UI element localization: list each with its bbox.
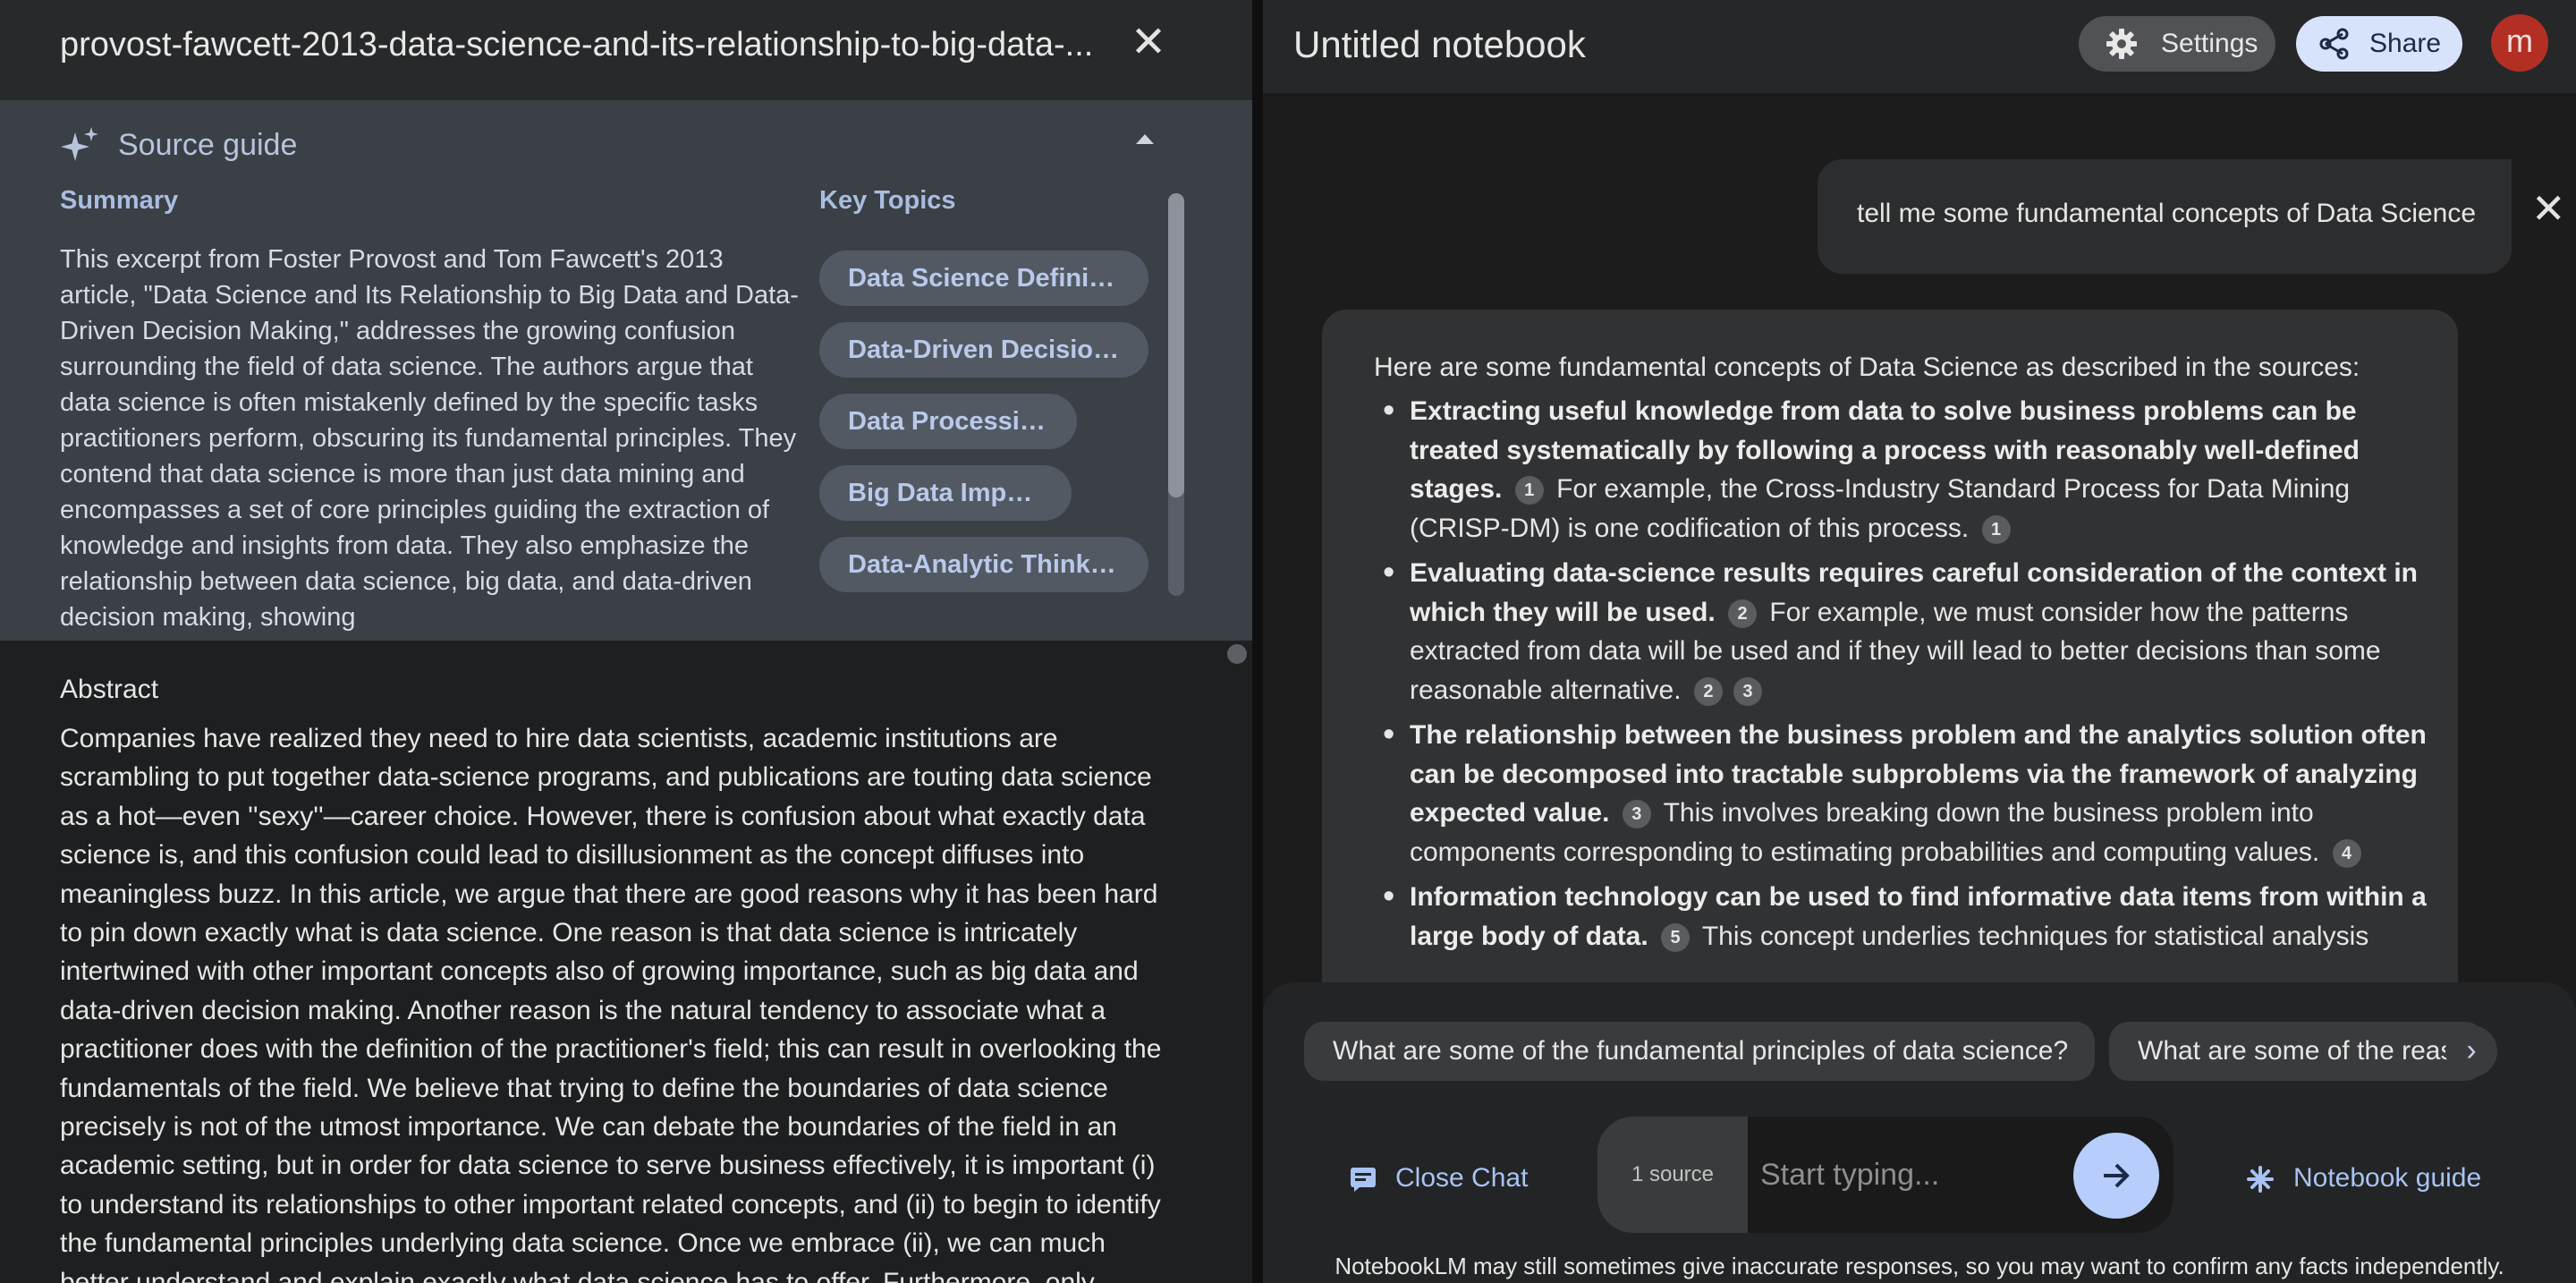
- disclaimer-text: NotebookLM may still sometimes give inac…: [1335, 1253, 2504, 1279]
- collapse-caret-icon[interactable]: [1136, 134, 1154, 144]
- share-icon: [2319, 28, 2349, 60]
- citation-badge[interactable]: 1: [1514, 476, 1544, 505]
- key-topic-chip[interactable]: Data-Driven Decisio…: [819, 322, 1148, 378]
- key-topic-chip[interactable]: Big Data Impact: [819, 465, 1072, 521]
- source-guide-label: Source guide: [118, 128, 298, 162]
- abstract-label: Abstract: [60, 675, 159, 704]
- list-item: • Information technology can be used to …: [1383, 878, 2427, 952]
- bullet-text: For example, the Cross-Industry Standard…: [1410, 474, 2351, 543]
- notebook-title[interactable]: Untitled notebook: [1293, 21, 1586, 68]
- list-item: • Extracting useful knowledge from data …: [1383, 392, 2360, 544]
- asterisk-icon: [2247, 1166, 2274, 1193]
- citation-badge[interactable]: 5: [1661, 922, 1690, 952]
- source-count[interactable]: 1 source: [1597, 1117, 1748, 1233]
- notebook-header: Untitled notebook Settings Share m: [1263, 0, 2576, 93]
- suggested-question[interactable]: What are some of the fundamental princip…: [1304, 1022, 2095, 1081]
- citation-badge[interactable]: 3: [1733, 676, 1762, 706]
- chat-icon: [1351, 1168, 1376, 1192]
- summary-label: Summary: [60, 186, 179, 215]
- close-icon[interactable]: ✕: [2531, 188, 2566, 229]
- notebook-panel: Untitled notebook Settings Share m tell …: [1263, 0, 2576, 1283]
- gear-icon: [2106, 29, 2137, 59]
- chevron-right-icon[interactable]: ›: [2445, 1025, 2497, 1077]
- citation-badge[interactable]: 2: [1693, 676, 1723, 706]
- arrow-right-icon: [2104, 1163, 2130, 1188]
- bullet-text: This concept underlies techniques for st…: [1701, 921, 2369, 951]
- chat-input[interactable]: [1760, 1143, 2064, 1206]
- source-guide: Source guide Summary This excerpt from F…: [0, 100, 1252, 641]
- sparkle-icon: [61, 127, 98, 161]
- suggested-question[interactable]: What are some of the reasons why it has …: [2109, 1022, 2485, 1081]
- avatar[interactable]: m: [2491, 14, 2548, 72]
- chat-input-box: 1 source: [1597, 1117, 2174, 1233]
- citation-badge[interactable]: 2: [1728, 599, 1758, 628]
- key-topic-chip[interactable]: Data Science Definit…: [819, 251, 1148, 306]
- key-topics-scrollbar[interactable]: [1168, 193, 1184, 596]
- key-topic-chip[interactable]: Data Processing: [819, 394, 1077, 449]
- resize-handle[interactable]: [1227, 644, 1247, 664]
- response-list: • Extracting useful knowledge from data …: [1374, 392, 2429, 962]
- chat-composer: What are some of the fundamental princip…: [1263, 982, 2576, 1283]
- scrollbar-thumb[interactable]: [1168, 193, 1184, 497]
- notebook-guide-button[interactable]: Notebook guide: [2247, 1154, 2481, 1202]
- summary-text: This excerpt from Foster Provost and Tom…: [60, 245, 799, 632]
- settings-button[interactable]: Settings: [2079, 16, 2275, 72]
- panel-divider[interactable]: [1252, 0, 1263, 1283]
- close-chat-label: Close Chat: [1395, 1163, 1529, 1193]
- response-intro: Here are some fundamental concepts of Da…: [1374, 353, 2360, 382]
- source-header: provost-fawcett-2013-data-science-and-it…: [0, 0, 1252, 100]
- share-label: Share: [2369, 29, 2442, 58]
- notebook-guide-label: Notebook guide: [2293, 1163, 2482, 1193]
- abstract-text: Companies have realized they need to hir…: [60, 724, 1162, 1283]
- key-topics-label: Key Topics: [819, 186, 956, 215]
- send-button[interactable]: [2073, 1133, 2159, 1219]
- list-item: • The relationship between the business …: [1383, 716, 2427, 868]
- key-topic-chip[interactable]: Data-Analytic Thinki…: [819, 537, 1148, 592]
- citation-badge[interactable]: 1: [1981, 514, 2011, 544]
- citation-badge[interactable]: 3: [1622, 800, 1651, 828]
- list-item: • Evaluating data-science results requir…: [1383, 554, 2418, 706]
- citation-badge[interactable]: 4: [2332, 838, 2361, 868]
- user-message-text: tell me some fundamental concepts of Dat…: [1857, 199, 2477, 228]
- settings-label: Settings: [2161, 29, 2258, 58]
- share-button[interactable]: Share: [2296, 16, 2462, 72]
- key-topics-list: Data Science Definit… Data-Driven Decisi…: [819, 251, 1159, 608]
- source-title: provost-fawcett-2013-data-science-and-it…: [60, 26, 1094, 64]
- close-icon[interactable]: ✕: [1129, 21, 1168, 64]
- source-panel: provost-fawcett-2013-data-science-and-it…: [0, 0, 1252, 1283]
- close-chat-button[interactable]: Close Chat: [1349, 1154, 1528, 1202]
- user-message: tell me some fundamental concepts of Dat…: [1818, 159, 2512, 274]
